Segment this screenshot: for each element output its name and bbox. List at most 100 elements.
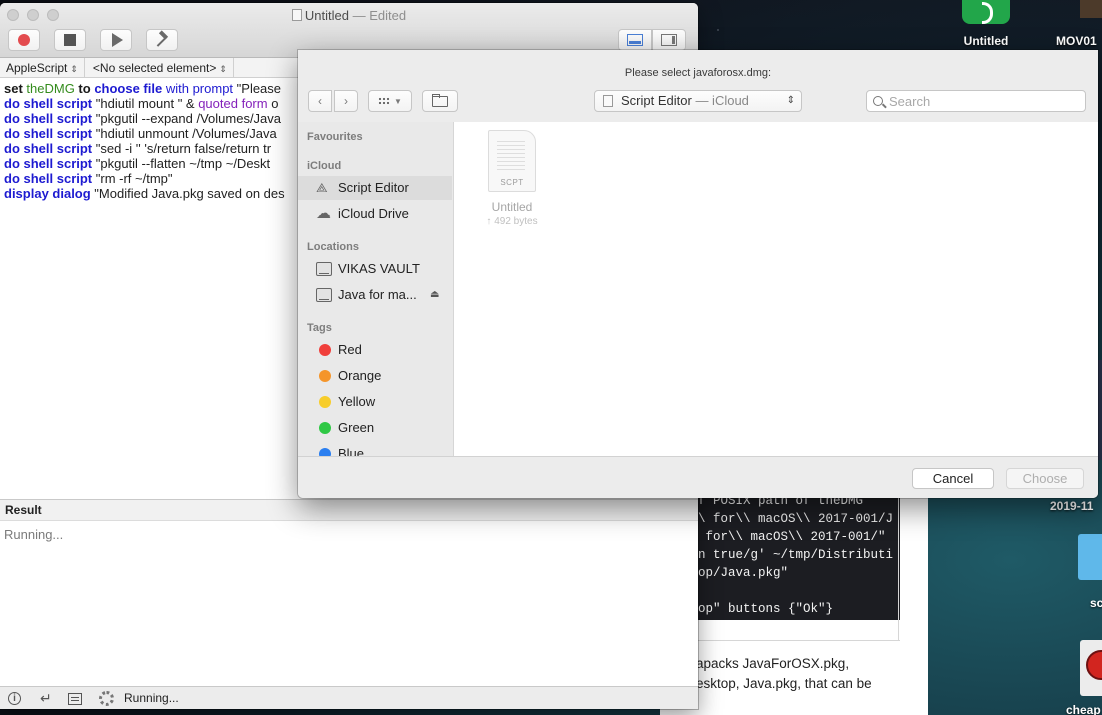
cancel-button[interactable]: Cancel <box>912 468 994 489</box>
sidebar-tag-yellow[interactable]: Yellow <box>298 390 452 414</box>
chevron-left-icon: ‹ <box>318 94 322 108</box>
code-line: n true/g' ~/tmp/Distributi <box>698 548 894 562</box>
code-line: op" buttons {"Ok"} <box>698 602 834 616</box>
sidebar-item-icloud-drive[interactable]: ☁ iCloud Drive <box>298 202 452 226</box>
script-line: display dialog "Modified Java.pkg saved … <box>4 186 285 201</box>
return-icon[interactable]: ↵ <box>40 691 52 705</box>
forward-button[interactable]: › <box>334 90 358 112</box>
show-bottom-pane-button[interactable] <box>618 29 652 51</box>
code-block: f POSIX path of theDMG \ for\\ macOS\\ 2… <box>696 490 900 620</box>
script-text-area[interactable]: set theDMG to choose file with prompt "P… <box>4 81 285 201</box>
sidebar-item-vikas-vault[interactable]: VIKAS VAULT <box>298 257 452 281</box>
sidebar-tag-red[interactable]: Red <box>298 338 452 362</box>
updown-chevron-icon: ⇕ <box>219 63 227 74</box>
desktop-item-image[interactable] <box>1080 640 1102 696</box>
script-token: set <box>4 81 27 96</box>
sidebar-item-label: Yellow <box>338 394 376 409</box>
file-browser-area: SCPT Untitled ↑ 492 bytes <box>454 122 1098 456</box>
desktop-item-label: Untitled <box>963 34 1009 48</box>
desktop-item-untitled[interactable]: Untitled <box>948 0 1024 48</box>
back-button[interactable]: ‹ <box>308 90 332 112</box>
article-line: apacks JavaForOSX.pkg, <box>696 656 850 671</box>
new-folder-button[interactable] <box>422 90 458 112</box>
red-badge-icon <box>1086 650 1102 680</box>
code-line: for\\ macOS\\ 2017-001/" <box>698 530 886 544</box>
desktop-item-cheap[interactable]: cheap <box>1066 703 1101 715</box>
result-header: Result <box>0 499 698 521</box>
script-token: theDMG <box>26 81 75 96</box>
script-token: to <box>74 81 95 96</box>
view-mode-button[interactable]: ▼ <box>368 90 412 112</box>
sidebar-item-label: Script Editor <box>338 180 409 195</box>
sidebar-item-script-editor[interactable]: ⟁ Script Editor <box>298 176 452 200</box>
sidebar-header-favourites: Favourites <box>307 131 363 143</box>
eject-icon[interactable]: ⏏ <box>430 283 439 307</box>
run-button[interactable] <box>100 29 132 51</box>
sidebar-item-java-volume[interactable]: Java for ma... ⏏ <box>298 283 452 307</box>
script-token: "Modified Java.pkg saved on des <box>90 186 285 201</box>
panel-prompt: Please select javaforosx.dmg: <box>624 67 772 79</box>
script-document-icon: SCPT <box>488 130 536 192</box>
log-list-icon[interactable] <box>68 693 82 705</box>
location-popup[interactable]: Script Editor — iCloud ⇕ <box>594 90 802 112</box>
record-button[interactable] <box>8 29 40 51</box>
script-token: "sed -i '' 's/return false/return tr <box>92 141 272 156</box>
sidebar-header-icloud: iCloud <box>307 160 342 172</box>
window-title: Untitled — Edited <box>0 8 698 23</box>
script-token: display dialog <box>4 186 91 201</box>
tag-color-dot <box>319 370 331 382</box>
script-token: do shell script <box>4 126 93 141</box>
file-type-badge: SCPT <box>500 178 524 187</box>
hammer-icon <box>155 33 169 47</box>
location-name: Script Editor <box>621 93 692 108</box>
record-icon <box>18 34 30 46</box>
script-token: "hdiutil mount " & <box>92 96 199 111</box>
side-pane-icon <box>661 34 677 46</box>
show-side-pane-button[interactable] <box>652 29 686 51</box>
panel-sidebar: Favourites iCloud ⟁ Script Editor ☁ iClo… <box>298 122 454 456</box>
updown-chevron-icon: ⇕ <box>786 95 795 106</box>
desktop-item-date[interactable]: 2019-11 <box>1050 499 1102 513</box>
code-divider <box>696 640 900 641</box>
script-token: "pkgutil --flatten ~/tmp ~/Deskt <box>92 156 271 171</box>
desktop-item-mov[interactable]: MOV01 <box>1056 0 1102 48</box>
spinner-icon <box>99 691 114 706</box>
folder-icon[interactable] <box>1078 534 1102 580</box>
tag-color-dot <box>319 344 331 356</box>
sidebar-tag-orange[interactable]: Orange <box>298 364 452 388</box>
sidebar-item-label: Green <box>338 420 375 435</box>
script-token: do shell script <box>4 156 93 171</box>
search-field[interactable] <box>866 90 1086 112</box>
script-token: "pkgutil --expand /Volumes/Java <box>92 111 282 126</box>
script-token: "hdiutil unmount /Volumes/Java <box>92 126 277 141</box>
script-line: do shell script "hdiutil unmount /Volume… <box>4 126 285 141</box>
bottom-pane-icon <box>627 34 643 46</box>
script-token: "Please <box>236 81 282 96</box>
code-line: op/Java.pkg" <box>698 566 789 580</box>
compile-button[interactable] <box>146 29 178 51</box>
desktop-item-sc[interactable]: sc <box>1090 596 1102 610</box>
script-editor-icon: ⟁ <box>316 180 328 195</box>
language-popup[interactable]: AppleScript ⇕ <box>0 57 85 78</box>
choose-button[interactable]: Choose <box>1006 468 1084 489</box>
info-icon[interactable]: i <box>8 692 21 705</box>
script-line: do shell script "pkgutil --expand /Volum… <box>4 111 285 126</box>
code-border <box>898 490 899 640</box>
sidebar-header-locations: Locations <box>307 241 359 253</box>
panel-footer: Cancel Choose <box>298 456 1098 498</box>
status-text: Running... <box>124 691 179 705</box>
sidebar-tag-green[interactable]: Green <box>298 416 452 440</box>
script-line: do shell script "hdiutil mount " & quote… <box>4 96 285 111</box>
element-popup[interactable]: <No selected element> ⇕ <box>85 57 234 78</box>
script-token: do shell script <box>4 171 93 186</box>
script-line: do shell script "rm -rf ~/tmp" <box>4 171 285 186</box>
document-lines <box>497 141 525 171</box>
stop-button[interactable] <box>54 29 86 51</box>
drive-icon <box>316 262 334 276</box>
script-file-icon <box>962 0 1010 24</box>
script-token: o <box>267 96 279 111</box>
sidebar-tag-blue[interactable]: Blue <box>298 442 452 456</box>
file-item-untitled[interactable]: SCPT Untitled ↑ 492 bytes <box>474 130 550 227</box>
script-token: do shell script <box>4 111 93 126</box>
search-input[interactable] <box>889 93 1079 109</box>
